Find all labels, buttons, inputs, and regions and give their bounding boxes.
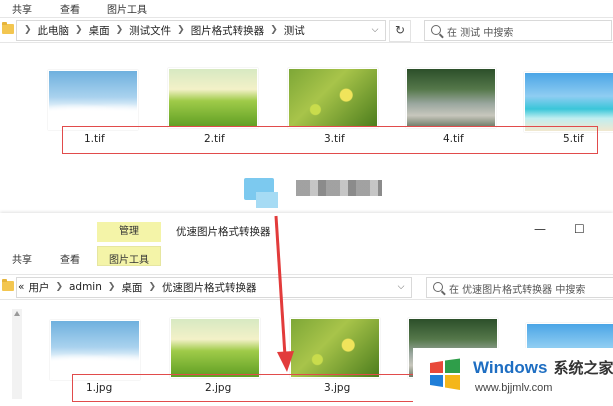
breadcrumb-item[interactable]: 桌面 [121, 280, 142, 295]
file-name[interactable]: 1.jpg [86, 382, 112, 394]
folder-icon [2, 22, 14, 34]
file-thumbnail[interactable] [170, 318, 260, 378]
blurred-overlay [296, 180, 382, 196]
chevron-right-icon: ❯ [24, 25, 32, 35]
watermark-brand-name: Windows [473, 358, 548, 377]
address-bar: ❯ 此电脑 ❯ 桌面 ❯ 测试文件 ❯ 图片格式转换器 ❯ 测试 ⌵ ↻ 在 测… [0, 17, 613, 43]
file-name[interactable]: 5.tif [563, 133, 584, 145]
search-icon [431, 25, 441, 35]
window-title: 优速图片格式转换器 [176, 226, 271, 238]
file-thumbnail[interactable] [168, 68, 258, 128]
tab-share[interactable]: 共享 [12, 251, 32, 266]
file-thumbnail[interactable] [48, 70, 138, 130]
ribbon-tabs: 共享 查看 图片工具 [0, 0, 613, 16]
tab-share[interactable]: 共享 [12, 1, 32, 16]
tab-view[interactable]: 查看 [60, 1, 80, 16]
file-name[interactable]: 2.tif [204, 133, 225, 145]
breadcrumb-item[interactable]: 用户 [28, 280, 49, 295]
watermark-brand: Windows 系统之家 [473, 357, 613, 378]
breadcrumb-overflow[interactable]: « [18, 281, 24, 293]
file-thumbnail[interactable] [50, 320, 140, 380]
file-thumbnail[interactable] [288, 68, 378, 128]
search-input[interactable]: 在 测试 中搜索 [424, 20, 612, 41]
maximize-button[interactable]: ☐ [574, 222, 585, 236]
refresh-icon[interactable]: ↻ [389, 20, 411, 42]
breadcrumb-item[interactable]: 测试 [284, 23, 305, 38]
breadcrumb-item[interactable]: 图片格式转换器 [191, 23, 265, 38]
windows-logo-icon [430, 358, 460, 390]
search-placeholder: 在 测试 中搜索 [447, 28, 514, 39]
chevron-right-icon: ❯ [270, 25, 278, 35]
breadcrumb-item[interactable]: admin [69, 281, 102, 293]
chevron-right-icon: ❯ [177, 25, 185, 35]
file-name[interactable]: 2.jpg [205, 382, 231, 394]
chevron-right-icon: ❯ [148, 282, 156, 292]
chevron-right-icon: ❯ [115, 25, 124, 35]
watermark-url: www.bjjmlv.com [475, 382, 553, 394]
chevron-down-icon[interactable]: ⌵ [368, 21, 382, 39]
scrollbar[interactable] [12, 309, 22, 399]
tab-manage[interactable]: 管理 [97, 222, 161, 242]
chevron-right-icon: ❯ [55, 282, 63, 292]
explorer-window-source: 共享 查看 图片工具 ❯ 此电脑 ❯ 桌面 ❯ 测试文件 ❯ 图片格式转换器 ❯… [0, 0, 613, 200]
breadcrumb: « 用户 ❯ admin ❯ 桌面 ❯ 优速图片格式转换器 [18, 279, 256, 295]
file-thumbnail[interactable] [290, 318, 380, 378]
blurred-overlay [256, 192, 278, 208]
site-watermark: Windows 系统之家 www.bjjmlv.com [413, 348, 613, 406]
chevron-right-icon: ❯ [107, 282, 116, 292]
breadcrumb-item[interactable]: 桌面 [89, 23, 110, 38]
watermark-brand-suffix: 系统之家 [553, 360, 613, 377]
breadcrumb-item[interactable]: 此电脑 [38, 23, 70, 38]
breadcrumb: ❯ 此电脑 ❯ 桌面 ❯ 测试文件 ❯ 图片格式转换器 ❯ 测试 [18, 22, 305, 38]
file-name[interactable]: 3.jpg [324, 382, 350, 394]
file-name[interactable]: 4.tif [443, 133, 464, 145]
breadcrumb-item[interactable]: 测试文件 [129, 23, 171, 38]
tab-view[interactable]: 查看 [60, 251, 80, 266]
file-name[interactable]: 3.tif [324, 133, 345, 145]
file-thumbnail[interactable] [524, 72, 613, 132]
folder-icon [2, 279, 14, 291]
file-name[interactable]: 1.tif [84, 133, 105, 145]
search-icon [433, 282, 443, 292]
tab-picture-tools[interactable]: 图片工具 [109, 251, 149, 266]
chevron-right-icon: ❯ [75, 25, 83, 35]
tab-picture-tools[interactable]: 图片工具 [107, 1, 147, 16]
file-thumbnail[interactable] [406, 68, 496, 128]
minimize-button[interactable]: — [534, 222, 546, 236]
breadcrumb-item[interactable]: 优速图片格式转换器 [162, 280, 257, 295]
chevron-down-icon[interactable]: ⌵ [394, 278, 408, 296]
filename-highlight-frame [72, 374, 420, 402]
address-bar: « 用户 ❯ admin ❯ 桌面 ❯ 优速图片格式转换器 ⌵ 在 优速图片格式… [0, 274, 613, 300]
search-placeholder: 在 优速图片格式转换器 中搜索 [449, 285, 586, 296]
search-input[interactable]: 在 优速图片格式转换器 中搜索 [426, 277, 613, 298]
